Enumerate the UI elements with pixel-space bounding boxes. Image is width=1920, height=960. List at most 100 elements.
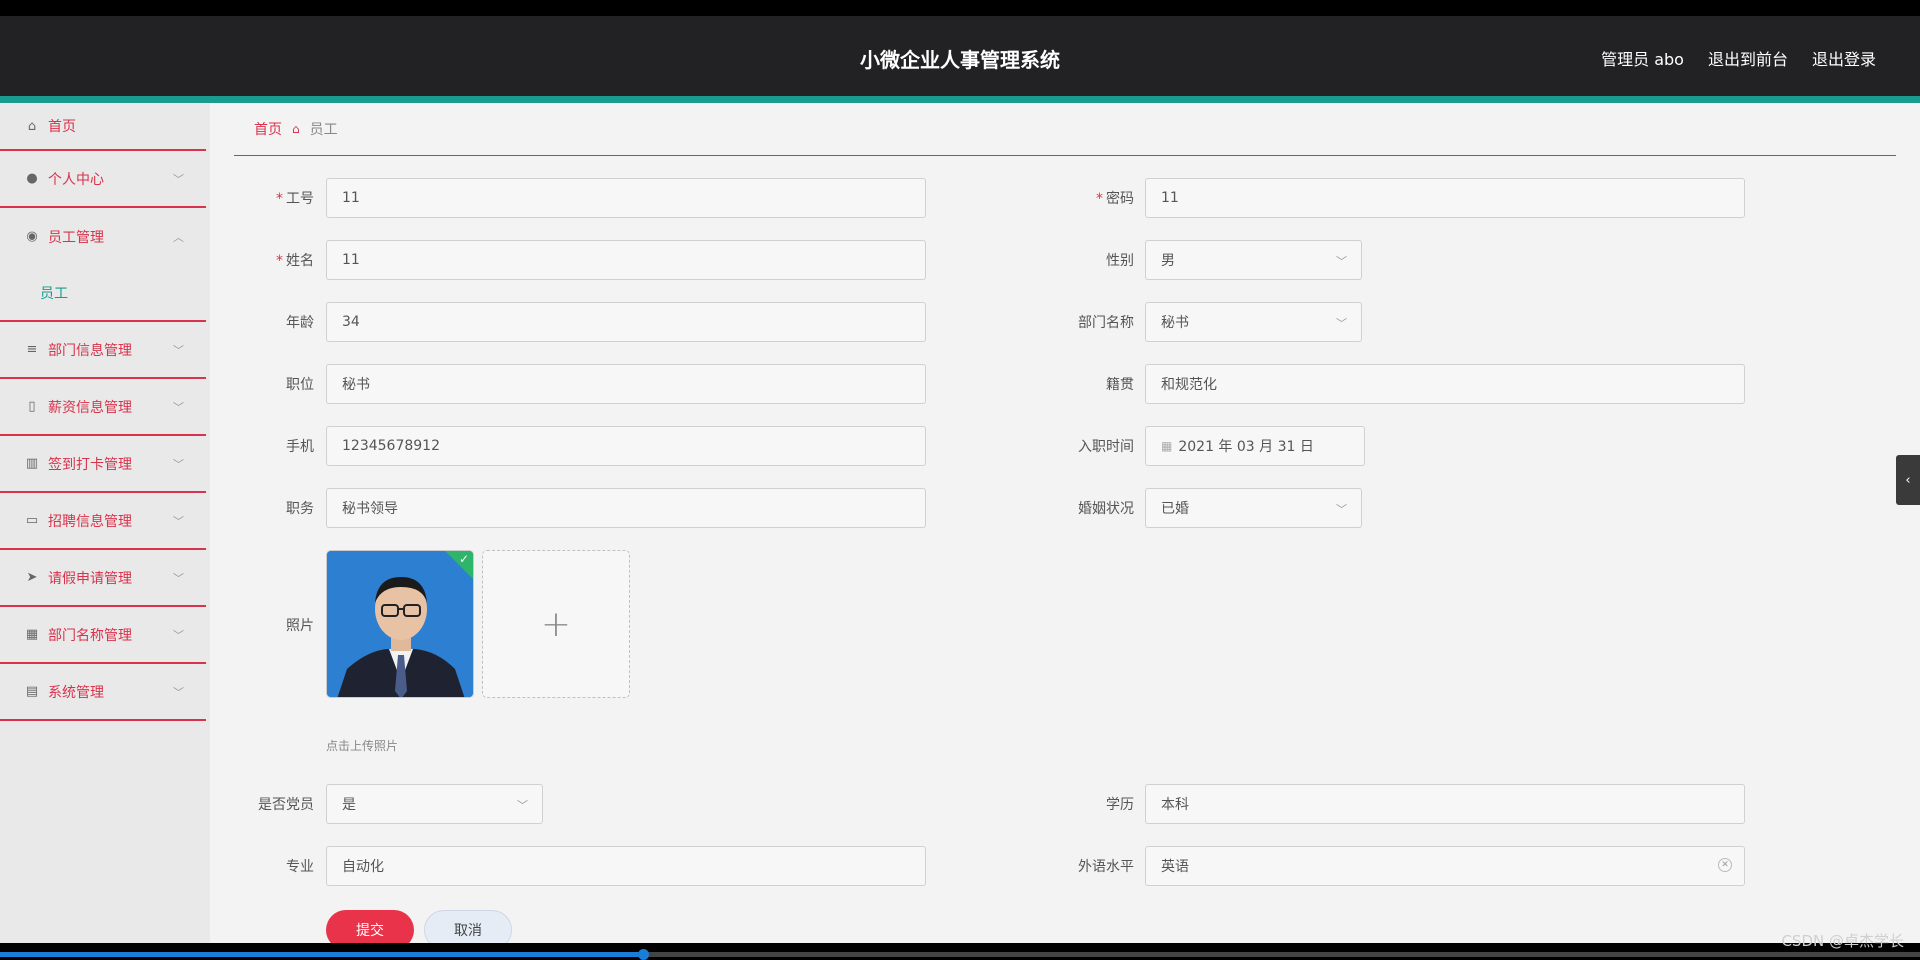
chevron-down-icon: ﹀ (173, 457, 184, 471)
sidebar-item-leave[interactable]: ➤ 请假申请管理 ﹀ (0, 550, 206, 607)
chevron-left-icon: ‹ (1905, 472, 1911, 488)
logout-link[interactable]: 退出登录 (1812, 46, 1876, 70)
collapse-panel-button[interactable]: ‹ (1896, 455, 1920, 505)
required-mark: * (1096, 191, 1103, 207)
sidebar-item-label: 员工管理 (48, 229, 104, 246)
waiyu-input[interactable]: 英语 ✕ (1145, 846, 1745, 886)
header-actions: 管理员 abo 退出到前台 退出登录 (1601, 46, 1876, 70)
breadcrumb-current: 员工 (309, 122, 338, 138)
field-label-ruzhi: 入职时间 (1078, 439, 1134, 455)
breadcrumb: 首页 ⌂ 员工 (234, 103, 1896, 156)
photo-upload-button[interactable]: + (482, 550, 630, 698)
nianling-input[interactable]: 34 (326, 302, 926, 342)
chevron-down-icon: ﹀ (173, 514, 184, 528)
sidebar-subitem-label: 员工 (40, 285, 68, 302)
mic-icon: ▯ (28, 399, 36, 414)
xingbie-select[interactable]: 男 ﹀ (1145, 240, 1362, 280)
zhiwu-input[interactable]: 秘书领导 (326, 488, 926, 528)
jiguan-input[interactable]: 和规范化 (1145, 364, 1745, 404)
sidebar-item-label: 签到打卡管理 (48, 456, 132, 473)
dangyuan-select[interactable]: 是 ﹀ (326, 784, 543, 824)
sidebar-item-checkin[interactable]: ▥ 签到打卡管理 ﹀ (0, 436, 206, 493)
field-label-shouji: 手机 (286, 439, 314, 455)
hunyin-select[interactable]: 已婚 ﹀ (1145, 488, 1362, 528)
sidebar-item-system[interactable]: ▤ 系统管理 ﹀ (0, 664, 206, 721)
home-icon: ⌂ (292, 122, 300, 136)
mima-input[interactable]: 11 (1145, 178, 1745, 218)
video-progress-fill (0, 952, 644, 957)
chevron-down-icon: ﹀ (173, 571, 184, 585)
clipboard-icon: ▤ (25, 684, 39, 699)
required-mark: * (276, 253, 283, 269)
to-front-link[interactable]: 退出到前台 (1708, 46, 1788, 70)
sidebar-item-salary[interactable]: ▯ 薪资信息管理 ﹀ (0, 379, 206, 436)
field-label-xingming: * 姓名 (276, 253, 314, 269)
field-label-gonghao: * 工号 (276, 191, 314, 207)
xingming-input[interactable]: 11 (326, 240, 926, 280)
zhiwei-input[interactable]: 秘书 (326, 364, 926, 404)
field-label-zhaopian: 照片 (286, 618, 314, 634)
app-header: 小微企业人事管理系统 管理员 abo 退出到前台 退出登录 (0, 16, 1920, 96)
list-icon: ≡ (26, 342, 38, 357)
current-user[interactable]: 管理员 abo (1601, 46, 1684, 70)
card-icon: ▭ (25, 513, 39, 528)
sidebar-item-employee-mgmt[interactable]: ◉ 员工管理 ︿ (0, 208, 206, 265)
chevron-down-icon: ﹀ (173, 628, 184, 642)
chevron-down-icon: ﹀ (1336, 503, 1347, 516)
breadcrumb-home[interactable]: 首页 (254, 119, 282, 139)
pin-icon: ◉ (26, 229, 38, 244)
sidebar-item-label: 请假申请管理 (48, 570, 132, 587)
chevron-down-icon: ﹀ (173, 685, 184, 699)
ruzhi-date-picker[interactable]: ▦ 2021 年 03 月 31 日 (1145, 426, 1365, 466)
chevron-down-icon: ﹀ (1336, 255, 1347, 268)
sidebar-item-recruit[interactable]: ▭ 招聘信息管理 ﹀ (0, 493, 206, 550)
top-black-bar (0, 0, 1920, 16)
home-icon: ⌂ (27, 118, 37, 134)
chevron-down-icon: ﹀ (173, 400, 184, 414)
field-label-xueli: 学历 (1106, 797, 1134, 813)
sidebar-item-label: 个人中心 (48, 171, 104, 188)
chevron-down-icon: ﹀ (1336, 317, 1347, 330)
chevron-down-icon: ﹀ (173, 343, 184, 357)
sidebar-item-home[interactable]: ⌂ 首页 (0, 103, 206, 151)
xueli-input[interactable]: 本科 (1145, 784, 1745, 824)
sidebar-item-label: 部门信息管理 (48, 342, 132, 359)
chevron-up-icon: ︿ (173, 230, 184, 244)
field-label-bumen: 部门名称 (1078, 315, 1134, 331)
video-progress-bar[interactable] (0, 949, 1920, 960)
gonghao-input[interactable]: 11 (326, 178, 926, 218)
sidebar-item-dept-name[interactable]: ▦ 部门名称管理 ﹀ (0, 607, 206, 664)
sidebar-item-profile[interactable]: ● 个人中心 ﹀ (0, 151, 206, 208)
books-icon: ▥ (25, 456, 39, 471)
grid-icon: ▦ (25, 627, 39, 642)
field-label-mima: * 密码 (1096, 191, 1134, 207)
watermark: CSDN @卓杰学长 (1781, 932, 1904, 950)
person-portrait-image (327, 551, 473, 697)
uploaded-photo[interactable]: ✓ (326, 550, 474, 698)
field-label-xingbie: 性别 (1106, 253, 1134, 269)
zhuanye-input[interactable]: 自动化 (326, 846, 926, 886)
bumen-select[interactable]: 秘书 ﹀ (1145, 302, 1362, 342)
user-icon: ● (26, 171, 38, 186)
field-label-zhiwei: 职位 (286, 377, 314, 393)
chevron-down-icon: ﹀ (517, 799, 528, 812)
field-label-hunyin: 婚姻状况 (1078, 501, 1134, 517)
clear-icon[interactable]: ✕ (1718, 858, 1732, 872)
sidebar-item-label: 首页 (48, 119, 76, 135)
sidebar-item-label: 部门名称管理 (48, 627, 132, 644)
sidebar-item-label: 招聘信息管理 (48, 513, 132, 530)
field-label-zhiwu: 职务 (286, 501, 314, 517)
field-label-jiguan: 籍贯 (1106, 377, 1134, 393)
required-mark: * (276, 191, 283, 207)
sidebar-item-dept-info[interactable]: ≡ 部门信息管理 ﹀ (0, 322, 206, 379)
field-label-zhuanye: 专业 (286, 859, 314, 875)
chevron-down-icon: ﹀ (173, 172, 184, 186)
shouji-input[interactable]: 12345678912 (326, 426, 926, 466)
field-label-nianling: 年龄 (286, 315, 314, 331)
sidebar-subitem-employee[interactable]: 员工 (0, 265, 206, 322)
field-label-dangyuan: 是否党员 (258, 797, 314, 813)
plus-icon: + (540, 603, 572, 645)
plane-icon: ➤ (26, 570, 38, 585)
upload-hint: 点击上传照片 (326, 739, 399, 753)
field-label-waiyu: 外语水平 (1078, 859, 1134, 875)
